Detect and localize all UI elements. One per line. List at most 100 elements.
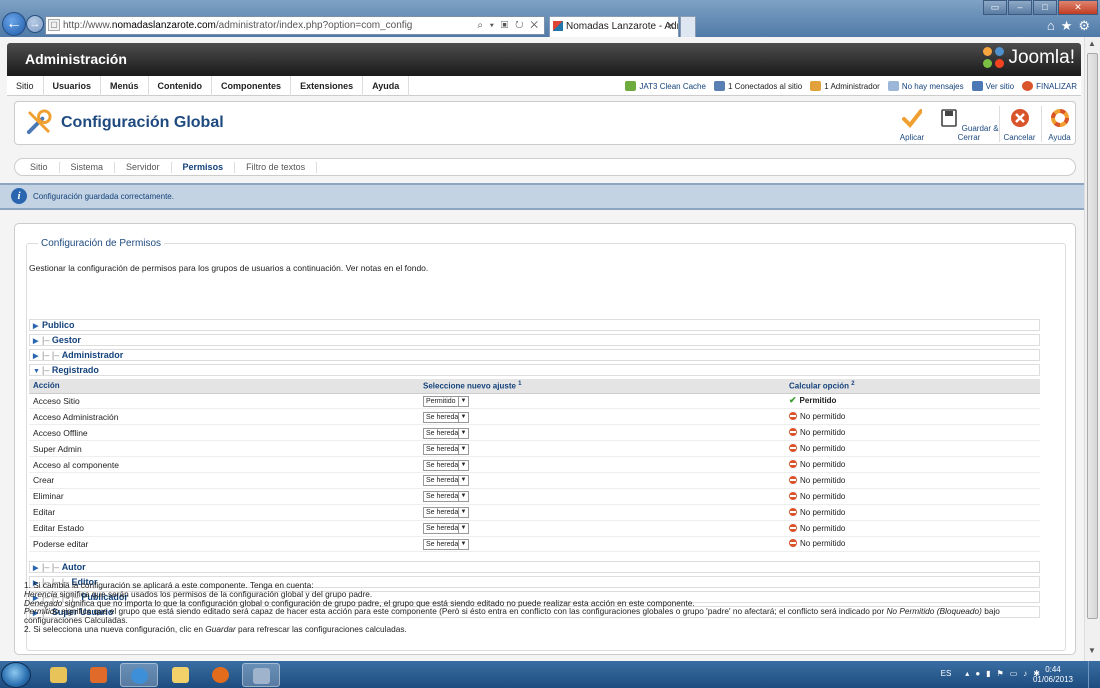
tab-servidor[interactable]: Servidor xyxy=(115,161,172,173)
network-icon[interactable]: ▮ xyxy=(986,669,990,678)
group-registrado[interactable]: ▼ |– Registrado xyxy=(29,364,1040,376)
menu-item-menus[interactable]: Menús xyxy=(101,76,149,96)
cancel-button[interactable]: Cancelar xyxy=(999,106,1039,142)
new-tab-button[interactable] xyxy=(680,16,696,37)
help-button[interactable]: Ayuda xyxy=(1041,106,1077,142)
admin-header: Administración Joomla! xyxy=(7,43,1081,76)
menu-item-contenido[interactable]: Contenido xyxy=(149,76,213,96)
setting-select[interactable]: Se hereda ▼ xyxy=(423,538,469,550)
setting-cell: Se hereda ▼ xyxy=(419,504,785,521)
menu-item-sitio[interactable]: Sitio xyxy=(7,76,44,96)
flag-icon[interactable]: ⚑ xyxy=(997,669,1004,678)
setting-select[interactable]: Se hereda ▼ xyxy=(423,443,469,455)
setting-select[interactable]: Se hereda ▼ xyxy=(423,411,469,423)
action-cell: Crear xyxy=(29,472,419,489)
group-administrador[interactable]: ▶ |– |– Administrador xyxy=(29,349,1040,361)
header-title: Administración xyxy=(25,51,127,67)
setting-select[interactable]: Se hereda ▼ xyxy=(423,507,469,519)
apply-button[interactable]: Aplicar xyxy=(895,106,929,142)
table-row: Acceso Offline Se hereda ▼ No permitido xyxy=(29,424,1040,442)
menu-item-componentes[interactable]: Componentes xyxy=(212,76,292,96)
browser-chrome: ← → ▢ http://www.nomadaslanzarote.com/ad… xyxy=(0,0,1100,37)
messages-link[interactable]: No hay mensajes xyxy=(887,81,964,91)
close-tab-icon[interactable]: ✕ xyxy=(667,17,675,36)
group-gestor[interactable]: ▶ |– Gestor xyxy=(29,334,1040,346)
show-desktop-button[interactable] xyxy=(1088,661,1100,688)
address-bar[interactable]: ▢ http://www.nomadaslanzarote.com/admini… xyxy=(45,16,545,35)
start-button[interactable] xyxy=(1,662,31,688)
setting-select[interactable]: Se hereda ▼ xyxy=(423,427,469,439)
expand-arrow-icon: ▶ xyxy=(33,338,39,345)
browser-tab[interactable]: Nomadas Lanzarote - Admi... ✕ xyxy=(549,16,679,37)
config-tabs: Sitio Sistema Servidor Permisos Filtro d… xyxy=(14,158,1076,176)
cache-icon xyxy=(625,81,637,91)
tab-filtro-textos[interactable]: Filtro de textos xyxy=(235,161,318,173)
vertical-scrollbar[interactable]: ▲ ▼ xyxy=(1084,37,1100,661)
tab-sitio[interactable]: Sitio xyxy=(19,161,60,173)
menu-item-ayuda[interactable]: Ayuda xyxy=(363,76,410,96)
media-app[interactable] xyxy=(80,663,118,687)
group-autor[interactable]: ▶ |– |– Autor xyxy=(29,561,1040,573)
setting-cell: Se hereda ▼ xyxy=(419,440,785,458)
action-cell: Editar xyxy=(29,504,419,521)
setting-cell: Se hereda ▼ xyxy=(419,424,785,442)
paint-app[interactable] xyxy=(242,663,280,687)
scroll-up-icon[interactable]: ▲ xyxy=(1088,39,1096,48)
permissions-table: Acción Seleccione nuevo ajuste 1 Calcula… xyxy=(29,379,1040,553)
tab-permisos[interactable]: Permisos xyxy=(172,161,236,173)
group-publico[interactable]: ▶ Publico xyxy=(29,319,1040,331)
setting-select[interactable]: Se hereda ▼ xyxy=(423,523,469,535)
minimize-icon[interactable]: – xyxy=(1008,0,1032,15)
taskbar: ES ▴ ● ▮ ⚑ ▭ ♪ ✱ 0:44 01/06/2013 xyxy=(0,661,1100,688)
setting-select[interactable]: Se hereda ▼ xyxy=(423,459,469,471)
menu-item-usuarios[interactable]: Usuarios xyxy=(44,76,102,96)
restore-icon[interactable]: ▭ xyxy=(983,0,1007,15)
table-row: Acceso Administración Se hereda ▼ No permit… xyxy=(29,408,1040,426)
display-icon[interactable]: ▭ xyxy=(1010,669,1018,678)
toolbar: Configuración Global Aplicar Guardar & C… xyxy=(14,101,1076,145)
joomla-logo-icon xyxy=(983,47,1005,69)
scroll-down-icon[interactable]: ▼ xyxy=(1088,646,1096,655)
scrollbar-thumb[interactable] xyxy=(1087,53,1098,619)
setting-select[interactable]: Permitido ▼ xyxy=(423,395,469,407)
chevron-up-icon[interactable]: ▴ xyxy=(965,669,969,678)
logout-link[interactable]: FINALIZAR xyxy=(1022,81,1077,91)
archive-app[interactable] xyxy=(162,663,200,687)
calc-cell: No permitido xyxy=(785,424,1040,442)
checkmark-icon xyxy=(902,109,923,129)
explorer-app[interactable] xyxy=(40,663,78,687)
chevron-down-icon: ▼ xyxy=(458,539,468,549)
denied-icon xyxy=(789,507,797,516)
language-indicator[interactable]: ES xyxy=(941,669,952,678)
media-player-icon xyxy=(90,667,107,683)
setting-select[interactable]: Se hereda ▼ xyxy=(423,475,469,487)
calc-cell: No permitido xyxy=(785,536,1040,553)
setting-select[interactable]: Se hereda ▼ xyxy=(423,491,469,503)
back-button[interactable]: ← xyxy=(2,12,26,36)
save-close-button[interactable]: Guardar & Cerrar xyxy=(931,106,1007,142)
address-controls-icon[interactable]: ⌕ ▾ ▣ ↻ ✕ xyxy=(477,17,540,34)
chevron-down-icon: ▼ xyxy=(458,476,468,486)
expand-arrow-icon: ▶ xyxy=(33,353,39,360)
tab-sistema[interactable]: Sistema xyxy=(60,161,116,173)
home-icon[interactable]: ⌂ xyxy=(1047,18,1061,33)
view-site-link[interactable]: Ver sitio xyxy=(971,81,1014,91)
volume-icon[interactable]: ♪ xyxy=(1023,669,1027,678)
gear-icon[interactable]: ⚙ xyxy=(1078,18,1096,33)
clock[interactable]: 0:44 01/06/2013 xyxy=(1033,665,1073,685)
update-icon[interactable]: ● xyxy=(975,669,980,678)
forward-button[interactable]: → xyxy=(26,15,44,33)
ie-app[interactable] xyxy=(120,663,158,687)
action-cell: Eliminar xyxy=(29,488,419,505)
firefox-app[interactable] xyxy=(202,663,240,687)
window-close-icon[interactable]: ✕ xyxy=(1058,0,1098,15)
page: Administración Joomla! Sitio Usuarios Me… xyxy=(0,37,1084,661)
monitor-icon xyxy=(971,81,983,91)
calc-cell: No permitido xyxy=(785,408,1040,426)
star-icon[interactable]: ★ xyxy=(1061,18,1079,33)
page-icon: ▢ xyxy=(48,19,60,31)
chevron-down-icon: ▼ xyxy=(458,396,468,406)
maximize-icon[interactable]: □ xyxy=(1033,0,1057,15)
clean-cache-link[interactable]: JAT3 Clean Cache xyxy=(625,81,706,91)
menu-item-extensiones[interactable]: Extensiones xyxy=(291,76,364,96)
